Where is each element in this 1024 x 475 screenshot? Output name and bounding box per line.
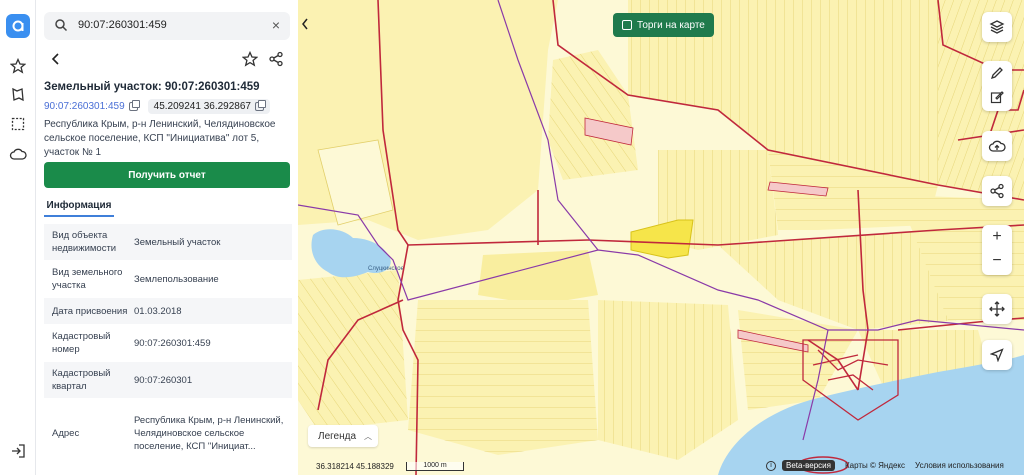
row-key: Кадастровый квартал [52, 368, 111, 392]
favorites-star-icon[interactable] [8, 56, 28, 76]
maps-credit[interactable]: Карты © Яндекс [845, 461, 905, 470]
zoom-out-button[interactable]: − [982, 249, 1012, 273]
cadastral-number-link[interactable]: 90:07:260301:459 [44, 101, 125, 112]
row-value: Республика Крым, р-н Ленинский, Челядино… [134, 414, 284, 452]
selection-area-icon[interactable] [8, 114, 28, 134]
table-row: Дата присвоения 01.03.2018 [44, 298, 292, 324]
row-value: Земельный участок [134, 236, 221, 248]
row-value: 90:07:260301 [134, 374, 193, 386]
terms-link[interactable]: Условия использования [915, 461, 1004, 470]
favorite-star-icon[interactable] [241, 50, 259, 72]
beta-badge: Beta-версия [782, 460, 835, 471]
pencil-icon[interactable] [982, 61, 1012, 85]
checkbox[interactable] [622, 20, 632, 30]
id-line: 90:07:260301:459 45.209241 36.292867 [44, 99, 270, 114]
copy-coords-icon[interactable] [254, 100, 266, 111]
zoom-in-button[interactable]: + [982, 225, 1012, 249]
table-row: Адрес Республика Крым, р-н Ленинский, Че… [44, 398, 292, 468]
search-box[interactable]: 90:07:260301:459 × [44, 12, 290, 40]
share-map-icon[interactable] [982, 176, 1012, 206]
legend-button[interactable]: Легенда ︿ [308, 425, 378, 447]
cloud-icon[interactable] [8, 144, 28, 164]
coords-text: 45.209241 36.292867 [153, 101, 251, 112]
edit-icon[interactable] [982, 85, 1012, 109]
table-row: Вид земельного участка Землепользование [44, 260, 292, 298]
clear-search-icon[interactable]: × [272, 17, 280, 33]
chevron-up-icon: ︿ [364, 431, 373, 441]
layers-stack-icon[interactable] [982, 12, 1012, 42]
logout-icon[interactable] [10, 443, 26, 464]
row-key: Вид земельного участка [52, 267, 123, 291]
left-rail [0, 0, 36, 475]
row-key: Вид объекта недвижимости [52, 230, 117, 254]
table-row: Кадастровый квартал 90:07:260301 [44, 362, 292, 398]
info-table: Вид объекта недвижимости Земельный участ… [44, 224, 292, 468]
info-icon[interactable]: i [766, 460, 776, 471]
torgi-label: Торги на карте [637, 19, 705, 31]
row-key: Кадастровый номер [52, 331, 111, 355]
upload-cloud-icon[interactable] [982, 131, 1012, 161]
table-row: Вид объекта недвижимости Земельный участ… [44, 224, 292, 260]
coords-badge: 45.209241 36.292867 [147, 99, 270, 114]
search-icon [54, 18, 68, 37]
search-input[interactable]: 90:07:260301:459 [78, 19, 167, 31]
auctions-on-map-toggle[interactable]: Торги на карте [613, 13, 714, 37]
map-canvas[interactable]: Слуцкинское [298, 0, 1024, 475]
object-panel: 90:07:260301:459 × Земельный участок: 90… [36, 0, 298, 475]
zoom-controls: + − [982, 225, 1012, 275]
collapse-panel-chevron-icon[interactable] [298, 12, 312, 36]
copy-icon[interactable] [128, 100, 140, 111]
row-value: Землепользование [134, 273, 219, 285]
address-text: Республика Крым, р-н Ленинский, Челядино… [44, 119, 276, 158]
table-row: Кадастровый номер 90:07:260301:459 [44, 324, 292, 362]
get-report-button[interactable]: Получить отчет [44, 162, 290, 188]
scale-bar: 1000 m [406, 462, 464, 471]
row-value: 01.03.2018 [134, 305, 182, 317]
lake-label: Слуцкинское [368, 266, 405, 272]
share-icon[interactable] [268, 51, 284, 72]
row-value: 90:07:260301:459 [134, 337, 211, 349]
legend-label: Легенда [318, 430, 357, 442]
cadastral-map[interactable]: Слуцкинское Торги на карте + − Легенда ︿… [298, 0, 1024, 475]
cursor-coords: 36.318214 45.188329 [316, 462, 394, 471]
draw-tools-group [982, 61, 1012, 111]
page-title: Земельный участок: 90:07:260301:459 [44, 81, 260, 93]
pan-move-icon[interactable] [982, 294, 1012, 324]
row-key: Дата присвоения [52, 305, 128, 317]
back-arrow-icon[interactable] [50, 52, 62, 71]
map-layers-icon[interactable] [8, 85, 28, 105]
row-key: Адрес [52, 427, 80, 439]
geolocation-arrow-icon[interactable] [982, 340, 1012, 370]
map-footer: i Beta-версия Карты © Яндекс Условия исп… [766, 460, 1004, 471]
app-logo-icon[interactable] [6, 14, 30, 38]
tab-info[interactable]: Информация [44, 195, 114, 217]
